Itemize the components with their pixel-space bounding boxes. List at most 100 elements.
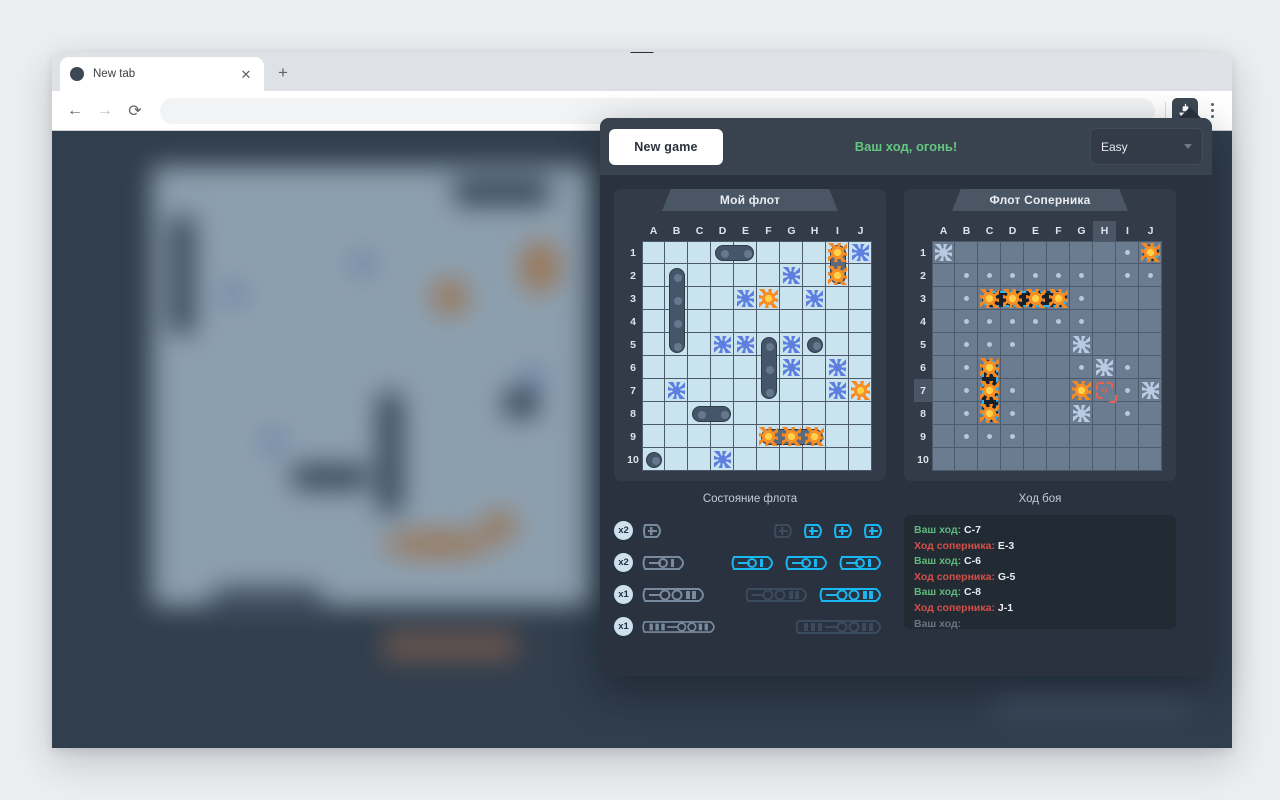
cell-G1[interactable] bbox=[1070, 241, 1093, 264]
cell-A3[interactable] bbox=[932, 287, 955, 310]
cell-A7[interactable] bbox=[932, 379, 955, 402]
close-icon[interactable]: ✕ bbox=[238, 66, 254, 82]
cell-H4[interactable] bbox=[1093, 310, 1116, 333]
cell-E8[interactable] bbox=[1024, 402, 1047, 425]
cell-H9[interactable] bbox=[1093, 425, 1116, 448]
cell-J3[interactable] bbox=[1139, 287, 1162, 310]
cell-H1[interactable] bbox=[1093, 241, 1116, 264]
cell-I7[interactable] bbox=[1116, 379, 1139, 402]
cell-D5[interactable] bbox=[1001, 333, 1024, 356]
cell-B4[interactable] bbox=[955, 310, 978, 333]
cell-F5[interactable] bbox=[1047, 333, 1070, 356]
cell-I5[interactable] bbox=[1116, 333, 1139, 356]
cell-E5[interactable] bbox=[1024, 333, 1047, 356]
cell-E1[interactable] bbox=[1024, 241, 1047, 264]
cell-H10[interactable] bbox=[1093, 448, 1116, 471]
cell-B6[interactable] bbox=[955, 356, 978, 379]
cell-D8[interactable] bbox=[1001, 402, 1024, 425]
cell-F8[interactable] bbox=[1047, 402, 1070, 425]
cell-J9[interactable] bbox=[1139, 425, 1162, 448]
cell-A4[interactable] bbox=[932, 310, 955, 333]
cell-F2[interactable] bbox=[1047, 264, 1070, 287]
cell-C10[interactable] bbox=[978, 448, 1001, 471]
cell-C1[interactable] bbox=[978, 241, 1001, 264]
cell-A2[interactable] bbox=[932, 264, 955, 287]
cell-B7[interactable] bbox=[955, 379, 978, 402]
cell-J5[interactable] bbox=[1139, 333, 1162, 356]
cell-B5[interactable] bbox=[955, 333, 978, 356]
cell-F6[interactable] bbox=[1047, 356, 1070, 379]
cell-C2[interactable] bbox=[978, 264, 1001, 287]
cell-G7[interactable] bbox=[1070, 379, 1093, 402]
cell-A5[interactable] bbox=[932, 333, 955, 356]
cell-G8[interactable] bbox=[1070, 402, 1093, 425]
arrow-right-icon[interactable]: → bbox=[90, 96, 120, 126]
plus-icon[interactable]: + bbox=[272, 63, 294, 85]
cell-D4[interactable] bbox=[1001, 310, 1024, 333]
cell-E2[interactable] bbox=[1024, 264, 1047, 287]
cell-J7[interactable] bbox=[1139, 379, 1162, 402]
cell-H6[interactable] bbox=[1093, 356, 1116, 379]
cell-G5[interactable] bbox=[1070, 333, 1093, 356]
cell-F9[interactable] bbox=[1047, 425, 1070, 448]
cell-F7[interactable] bbox=[1047, 379, 1070, 402]
cell-J8[interactable] bbox=[1139, 402, 1162, 425]
cell-B1[interactable] bbox=[955, 241, 978, 264]
cell-G4[interactable] bbox=[1070, 310, 1093, 333]
cell-I6[interactable] bbox=[1116, 356, 1139, 379]
cell-F10[interactable] bbox=[1047, 448, 1070, 471]
cell-A9[interactable] bbox=[932, 425, 955, 448]
cell-D6[interactable] bbox=[1001, 356, 1024, 379]
cell-B9[interactable] bbox=[955, 425, 978, 448]
cell-B3[interactable] bbox=[955, 287, 978, 310]
cell-E10[interactable] bbox=[1024, 448, 1047, 471]
cell-A6[interactable] bbox=[932, 356, 955, 379]
browser-tab[interactable]: New tab ✕ bbox=[60, 57, 264, 91]
cell-J10[interactable] bbox=[1139, 448, 1162, 471]
cell-E9[interactable] bbox=[1024, 425, 1047, 448]
cell-G3[interactable] bbox=[1070, 287, 1093, 310]
cell-I2[interactable] bbox=[1116, 264, 1139, 287]
cell-F4[interactable] bbox=[1047, 310, 1070, 333]
cell-A8[interactable] bbox=[932, 402, 955, 425]
cell-D9[interactable] bbox=[1001, 425, 1024, 448]
cell-H2[interactable] bbox=[1093, 264, 1116, 287]
cell-D1[interactable] bbox=[1001, 241, 1024, 264]
cell-D7[interactable] bbox=[1001, 379, 1024, 402]
difficulty-select[interactable]: Easy bbox=[1090, 128, 1203, 165]
cell-J6[interactable] bbox=[1139, 356, 1162, 379]
cell-B10[interactable] bbox=[955, 448, 978, 471]
cell-B8[interactable] bbox=[955, 402, 978, 425]
cell-C4[interactable] bbox=[978, 310, 1001, 333]
cell-G10[interactable] bbox=[1070, 448, 1093, 471]
cell-E6[interactable] bbox=[1024, 356, 1047, 379]
cell-D10[interactable] bbox=[1001, 448, 1024, 471]
cell-H7[interactable] bbox=[1093, 379, 1116, 402]
cell-J2[interactable] bbox=[1139, 264, 1162, 287]
cell-I9[interactable] bbox=[1116, 425, 1139, 448]
opponent-board-grid[interactable]: A B C D E F G H I J 1 2 3 4 5 6 7 8 9 10 bbox=[914, 221, 1166, 471]
cell-E4[interactable] bbox=[1024, 310, 1047, 333]
cell-I3[interactable] bbox=[1116, 287, 1139, 310]
cell-C9[interactable] bbox=[978, 425, 1001, 448]
cell-B2[interactable] bbox=[955, 264, 978, 287]
arrow-left-icon[interactable]: ← bbox=[60, 96, 90, 126]
cell-D2[interactable] bbox=[1001, 264, 1024, 287]
reload-icon[interactable]: ⟳ bbox=[120, 96, 150, 126]
cell-I10[interactable] bbox=[1116, 448, 1139, 471]
cell-I4[interactable] bbox=[1116, 310, 1139, 333]
cell-C5[interactable] bbox=[978, 333, 1001, 356]
cell-H5[interactable] bbox=[1093, 333, 1116, 356]
cell-E7[interactable] bbox=[1024, 379, 1047, 402]
cell-G6[interactable] bbox=[1070, 356, 1093, 379]
cell-I8[interactable] bbox=[1116, 402, 1139, 425]
new-game-button[interactable]: New game bbox=[609, 128, 723, 165]
cell-G2[interactable] bbox=[1070, 264, 1093, 287]
cell-I1[interactable] bbox=[1116, 241, 1139, 264]
cell-A1[interactable] bbox=[932, 241, 955, 264]
cell-A10[interactable] bbox=[932, 448, 955, 471]
cell-H3[interactable] bbox=[1093, 287, 1116, 310]
cell-J4[interactable] bbox=[1139, 310, 1162, 333]
cell-H8[interactable] bbox=[1093, 402, 1116, 425]
cell-G9[interactable] bbox=[1070, 425, 1093, 448]
